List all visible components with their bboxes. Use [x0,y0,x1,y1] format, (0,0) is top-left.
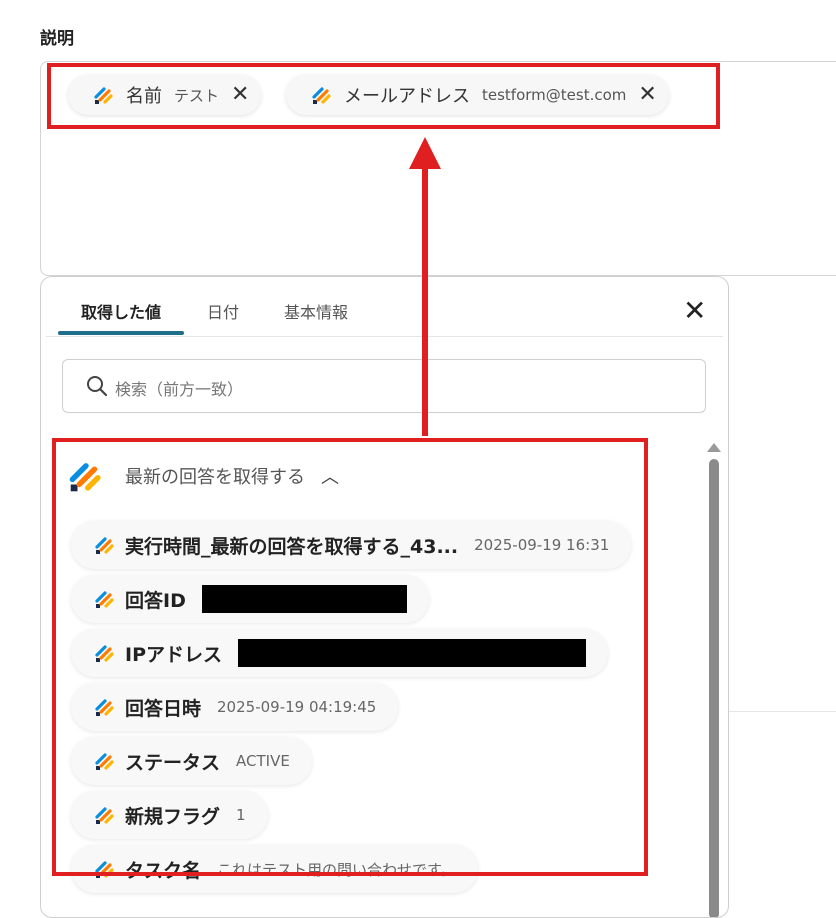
list-item[interactable]: タスク名 これはテスト用の問い合わせです。 [71,845,478,893]
item-value: これはテスト用の問い合わせです。 [217,860,456,879]
search-input[interactable]: 検索（前方一致） [62,359,706,413]
chip-value: テスト [174,86,220,105]
search-icon [87,376,108,397]
jotform-app-icon [95,805,115,825]
chip-value: testform@test.com [482,86,627,104]
jotform-app-icon [95,697,115,717]
scroll-up-arrow-icon[interactable] [707,443,721,452]
group-header[interactable]: 最新の回答を取得する ︿ [69,459,339,493]
list-item[interactable]: ステータス ACTIVE [71,737,312,785]
tab-divider [46,336,723,337]
chevron-up-icon[interactable]: ︿ [321,463,339,489]
redacted-value [238,639,586,667]
annotation-arrow-icon [409,137,441,169]
jotform-app-icon [95,643,115,663]
item-label: 実行時間_最新の回答を取得する_43... [125,535,459,558]
search-placeholder: 検索（前方一致） [115,380,244,399]
chip-label: メールアドレス [344,86,470,107]
redacted-value [201,585,407,613]
list-item[interactable]: 回答日時 2025-09-19 04:19:45 [71,683,399,731]
variable-chip-email[interactable]: メールアドレス testform@test.com ✕ [286,75,669,115]
scrollbar-thumb[interactable] [709,459,719,917]
close-icon[interactable]: ✕ [683,297,706,325]
jotform-app-icon [95,751,115,771]
value-picker-panel: 取得した値 日付 基本情報 ✕ 検索（前方一致） 最新の回答を取得する ︿ 実行… [40,276,729,918]
list-item[interactable]: 回答ID [71,575,429,623]
item-label: ステータス [125,751,221,774]
item-label: タスク名 [125,859,202,882]
item-value: 2025-09-19 16:31 [474,536,610,554]
item-label: 回答日時 [125,697,202,720]
list-item[interactable]: 実行時間_最新の回答を取得する_43... 2025-09-19 16:31 [71,521,632,569]
close-icon[interactable]: ✕ [231,84,249,106]
list-item[interactable]: 新規フラグ 1 [71,791,268,839]
tab-date[interactable]: 日付 [207,299,239,323]
item-value: 2025-09-19 04:19:45 [217,698,377,716]
tab-retrieved-values[interactable]: 取得した値 [81,299,161,323]
jotform-app-icon [95,589,115,609]
group-title: 最新の回答を取得する [125,467,305,488]
item-value: 1 [236,806,246,824]
close-icon[interactable]: ✕ [638,84,656,106]
variable-chip-name[interactable]: 名前 テスト ✕ [68,75,262,115]
tab-basic-info[interactable]: 基本情報 [284,299,348,323]
jotform-app-icon [69,459,103,493]
jotform-app-icon [95,859,115,879]
description-label: 説明 [40,29,74,49]
chip-label: 名前 [126,86,162,107]
jotform-app-icon [312,85,332,105]
item-label: IPアドレス [125,643,222,666]
active-tab-indicator [58,331,184,335]
annotation-arrow-shaft [422,166,428,436]
jotform-app-icon [94,85,114,105]
item-label: 回答ID [125,589,186,612]
divider [727,711,836,712]
list-item[interactable]: IPアドレス [71,629,608,677]
item-label: 新規フラグ [125,805,221,828]
item-value: ACTIVE [236,752,290,770]
jotform-app-icon [95,535,115,555]
